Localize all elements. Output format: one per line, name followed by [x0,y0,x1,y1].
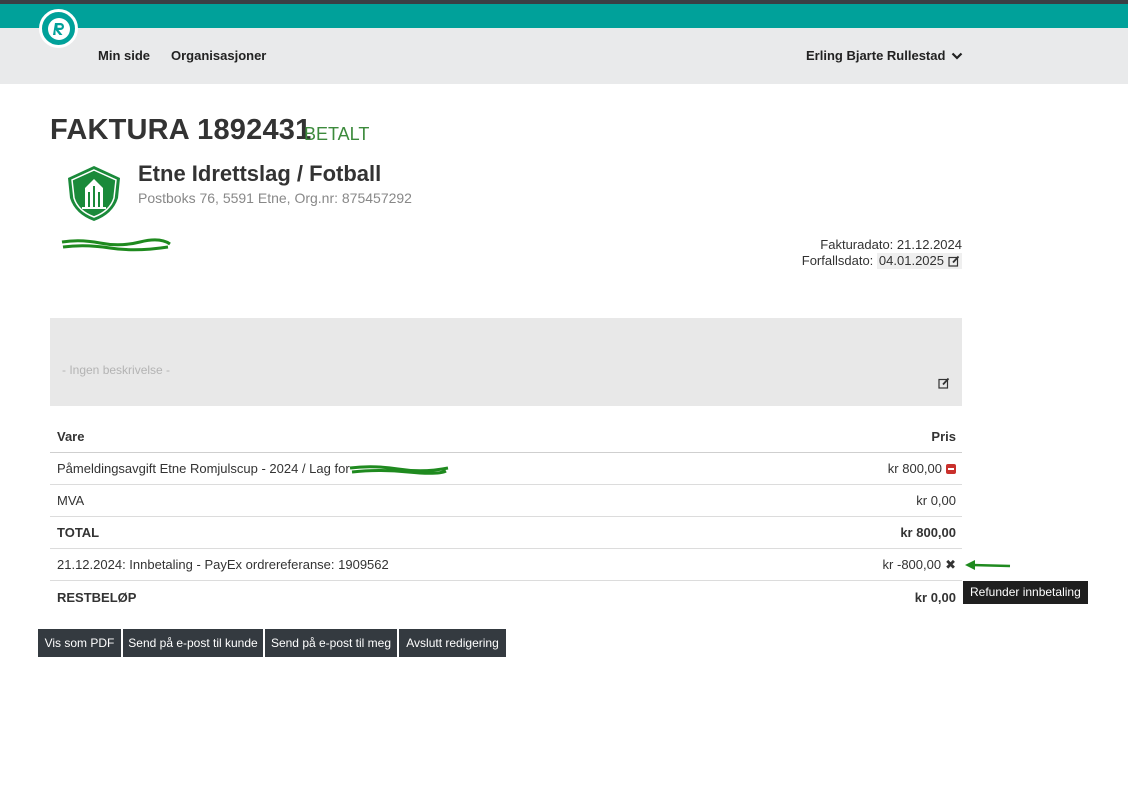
row-item: RESTBELØP [57,589,137,605]
invoice-dates: Fakturadato: 21.12.2024 Forfallsdato: 04… [802,237,962,269]
club-crest-icon [68,166,120,221]
row-price: kr 800,00 [900,525,956,540]
user-menu[interactable]: Erling Bjarte Rullestad [806,48,963,63]
logo-r-icon [47,17,70,40]
invoice-lines-table: Vare Pris Påmeldingsavgift Etne Romjulsc… [50,421,962,613]
nav-link-organisasjoner[interactable]: Organisasjoner [171,48,266,63]
app-logo-icon[interactable] [39,9,78,48]
status-badge: BETALT [304,124,370,144]
row-item: TOTAL [57,525,100,540]
user-name: Erling Bjarte Rullestad [806,48,946,63]
table-header: Vare Pris [50,421,962,453]
view-pdf-button[interactable]: Vis som PDF [38,629,121,657]
due-date-value: 04.01.2025 [878,253,944,268]
refund-tooltip: Refunder innbetaling [963,581,1088,604]
finish-editing-button[interactable]: Avslutt redigering [399,629,506,657]
column-header-item: Vare [57,429,85,444]
row-item-cell: Påmeldingsavgift Etne Romjulscup - 2024 … [57,461,450,476]
brand-bar [0,4,1128,28]
due-date-field[interactable]: 04.01.2025 [876,253,962,269]
row-price-cell: kr 800,00 [888,461,956,476]
redacted-recipient [61,238,171,252]
row-price: kr 800,00 [887,461,942,476]
invoice-date-value: 21.12.2024 [896,237,962,252]
column-header-price: Pris [931,429,956,444]
row-price: kr 0,00 [914,589,956,605]
redacted-team-name [349,464,448,475]
edit-icon[interactable] [948,255,960,267]
refund-close-icon[interactable]: ✖ [945,558,956,571]
due-date-label: Forfallsdato: [801,253,874,268]
arrow-annotation-icon [965,560,1011,570]
row-item: Påmeldingsavgift Etne Romjulscup - 2024 … [57,461,350,476]
club-name: Etne Idrettslag / Fotball [138,161,382,186]
club-address: Postboks 76, 5591 Etne, Org.nr: 87545729… [138,190,412,206]
remove-line-icon[interactable] [946,463,956,474]
chevron-down-icon [952,52,963,60]
description-box[interactable]: - Ingen beskrivelse - [50,318,962,406]
invoice-date-label: Fakturadato: [820,237,894,252]
table-row-total: TOTAL kr 800,00 [50,517,962,549]
table-row: Påmeldingsavgift Etne Romjulscup - 2024 … [50,453,962,485]
invoice-title: FAKTURA 1892431 [50,114,312,146]
send-to-me-button[interactable]: Send på e-post til meg [265,629,397,657]
row-price-cell: kr -800,00 ✖ [883,557,956,572]
row-price: kr -800,00 [882,557,942,572]
send-to-customer-button[interactable]: Send på e-post til kunde [123,629,263,657]
table-row: MVA kr 0,00 [50,485,962,517]
row-item: 21.12.2024: Innbetaling - PayEx ordreref… [57,557,389,572]
table-row-balance: RESTBELØP kr 0,00 [50,581,962,613]
action-buttons: Vis som PDF Send på e-post til kunde Sen… [38,629,506,657]
nav-link-min-side[interactable]: Min side [98,48,150,63]
table-row-payment: 21.12.2024: Innbetaling - PayEx ordreref… [50,549,962,581]
row-price: kr 0,00 [916,493,956,508]
edit-icon[interactable] [938,377,950,389]
description-placeholder: - Ingen beskrivelse - [62,363,171,377]
row-item: MVA [57,493,85,508]
